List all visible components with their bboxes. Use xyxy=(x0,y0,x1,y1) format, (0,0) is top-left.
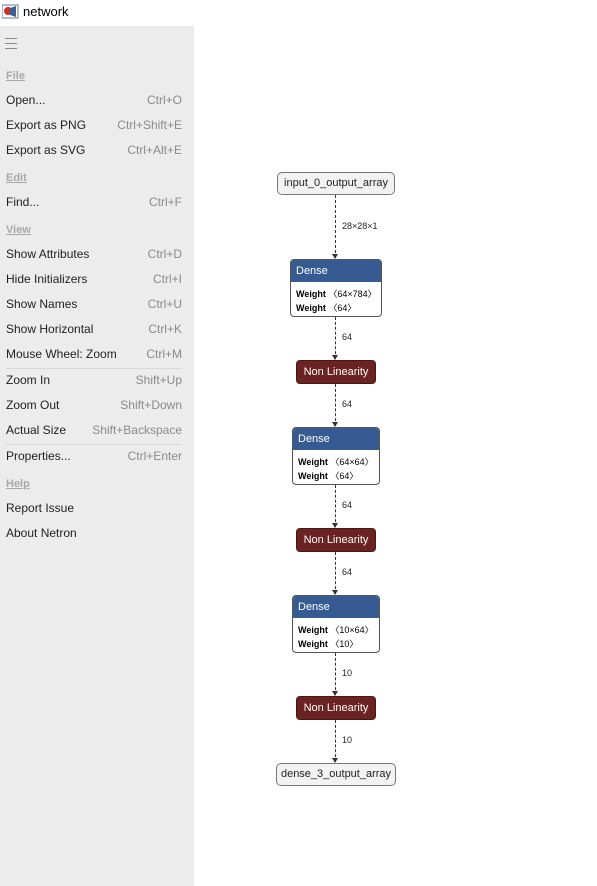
menu-item-label: Zoom In xyxy=(6,373,51,387)
group-header-text: File xyxy=(6,70,25,82)
dense-title: Dense xyxy=(293,596,379,618)
group-header-text: View xyxy=(6,224,31,236)
edge-2 xyxy=(335,317,336,359)
dense-weight-row: Weight 〈64〉 xyxy=(298,471,359,481)
menu-item-label: About Netron xyxy=(6,526,77,540)
dense-weight-row: Weight 〈10〉 xyxy=(298,639,359,649)
menu-separator xyxy=(6,368,182,369)
menu-item-show-names[interactable]: Show Names Ctrl+U xyxy=(0,294,194,316)
dense-weight-row: Weight 〈10×64〉 xyxy=(298,625,374,635)
edge-6 xyxy=(335,653,336,695)
edge-label-7: 10 xyxy=(342,735,353,745)
menu-item-label: Actual Size xyxy=(6,423,67,437)
menu-item-report-issue[interactable]: Report Issue xyxy=(0,498,194,520)
nonlinearity-node-1[interactable]: Non Linearity xyxy=(296,360,376,384)
menu-item-show-horizontal[interactable]: Show Horizontal Ctrl+K xyxy=(0,319,194,341)
menu-sidebar: File Open... Ctrl+O Export as PNG Ctrl+Shift… xyxy=(0,26,194,886)
menu-item-zoom-in[interactable]: Zoom In Shift+Up xyxy=(0,370,194,392)
menu-item-label: Open... xyxy=(6,93,46,107)
menu-item-label: Show Attributes xyxy=(6,247,90,261)
menu-item-shortcut: Ctrl+O xyxy=(146,93,182,107)
menu-item-actual-size[interactable]: Actual Size Shift+Backspace xyxy=(0,420,194,442)
edge-1 xyxy=(335,195,336,258)
menu-item-label: Find... xyxy=(6,195,40,209)
dense-node-3[interactable]: Dense Weight 〈10×64〉 Weight 〈10〉 xyxy=(292,595,380,653)
menu-item-label: Show Horizontal xyxy=(6,322,94,336)
group-header-text: Help xyxy=(6,478,30,490)
menu-item-label: Zoom Out xyxy=(6,398,60,412)
edge-3 xyxy=(335,384,336,426)
menu-group-help: Help xyxy=(6,478,30,490)
menu-item-show-attributes[interactable]: Show Attributes Ctrl+D xyxy=(0,244,194,266)
group-header-text: Edit xyxy=(6,172,27,184)
edge-label-4: 64 xyxy=(342,500,353,510)
menu-item-hide-initializers[interactable]: Hide Initializers Ctrl+I xyxy=(0,269,194,291)
menu-item-shortcut: Ctrl+M xyxy=(146,347,182,361)
menu-group-file: File xyxy=(6,70,25,82)
menu-item-shortcut: Ctrl+Shift+E xyxy=(117,118,182,132)
menu-item-open[interactable]: Open... Ctrl+O xyxy=(0,90,194,112)
edge-5 xyxy=(335,552,336,594)
dense-weight-row: Weight 〈64×784〉 xyxy=(296,289,377,299)
menu-item-shortcut: Ctrl+D xyxy=(147,247,182,261)
menu-item-shortcut: Ctrl+U xyxy=(147,297,182,311)
nonlinearity-node-3[interactable]: Non Linearity xyxy=(296,696,376,720)
dense-weight-row: Weight 〈64×64〉 xyxy=(298,457,374,467)
dense-node-2[interactable]: Dense Weight 〈64×64〉 Weight 〈64〉 xyxy=(292,427,380,485)
app-icon xyxy=(2,4,19,19)
menu-item-shortcut: Shift+Up xyxy=(135,373,182,387)
edge-label-1: 28×28×1 xyxy=(342,221,378,231)
dense-title: Dense xyxy=(293,428,379,450)
window-title: network xyxy=(23,4,69,19)
menu-item-properties[interactable]: Properties... Ctrl+Enter xyxy=(0,446,194,468)
edge-label-2: 64 xyxy=(342,332,353,342)
menu-group-view: View xyxy=(6,224,31,236)
edge-label-5: 64 xyxy=(342,567,353,577)
menu-item-shortcut: Shift+Down xyxy=(120,398,182,412)
menu-item-mouse-wheel-zoom[interactable]: Mouse Wheel: Zoom Ctrl+M xyxy=(0,344,194,366)
menu-item-shortcut: Shift+Backspace xyxy=(92,423,182,437)
menu-item-shortcut: Ctrl+Enter xyxy=(127,449,182,463)
menu-item-label: Report Issue xyxy=(6,501,75,515)
menu-item-shortcut: Ctrl+F xyxy=(149,195,182,209)
menu-item-export-as-svg[interactable]: Export as SVG Ctrl+Alt+E xyxy=(0,140,194,162)
dense-node-1[interactable]: Dense Weight 〈64×784〉 Weight 〈64〉 xyxy=(290,259,382,317)
edge-7 xyxy=(335,720,336,762)
menu-item-label: Properties... xyxy=(6,449,71,463)
menu-item-label: Mouse Wheel: Zoom xyxy=(6,347,117,361)
menu-item-shortcut: Ctrl+I xyxy=(152,272,182,286)
edge-label-6: 10 xyxy=(342,668,353,678)
output-node[interactable]: dense_3_output_array xyxy=(276,763,396,786)
dense-weight-row: Weight 〈64〉 xyxy=(296,303,357,313)
hamburger-menu-icon[interactable] xyxy=(5,38,17,49)
menu-item-label: Hide Initializers xyxy=(6,272,88,286)
nonlinearity-node-2[interactable]: Non Linearity xyxy=(296,528,376,552)
menu-item-find[interactable]: Find... Ctrl+F xyxy=(0,192,194,214)
input-node[interactable]: input_0_output_array xyxy=(277,172,395,195)
menu-item-about-netron[interactable]: About Netron xyxy=(0,523,194,545)
menu-separator xyxy=(6,444,182,445)
edge-4 xyxy=(335,485,336,527)
dense-title: Dense xyxy=(291,260,381,282)
menu-group-edit: Edit xyxy=(6,172,27,184)
menu-item-shortcut: Ctrl+K xyxy=(148,322,182,336)
menu-item-label: Show Names xyxy=(6,297,78,311)
edge-label-3: 64 xyxy=(342,399,353,409)
title-bar: network xyxy=(0,0,597,24)
graph-canvas[interactable]: input_0_output_array 28×28×1 Dense Weigh… xyxy=(194,26,597,886)
menu-item-label: Export as SVG xyxy=(6,143,86,157)
menu-item-label: Export as PNG xyxy=(6,118,87,132)
menu-item-shortcut: Ctrl+Alt+E xyxy=(127,143,182,157)
menu-item-zoom-out[interactable]: Zoom Out Shift+Down xyxy=(0,395,194,417)
menu-item-export-as-png[interactable]: Export as PNG Ctrl+Shift+E xyxy=(0,115,194,137)
